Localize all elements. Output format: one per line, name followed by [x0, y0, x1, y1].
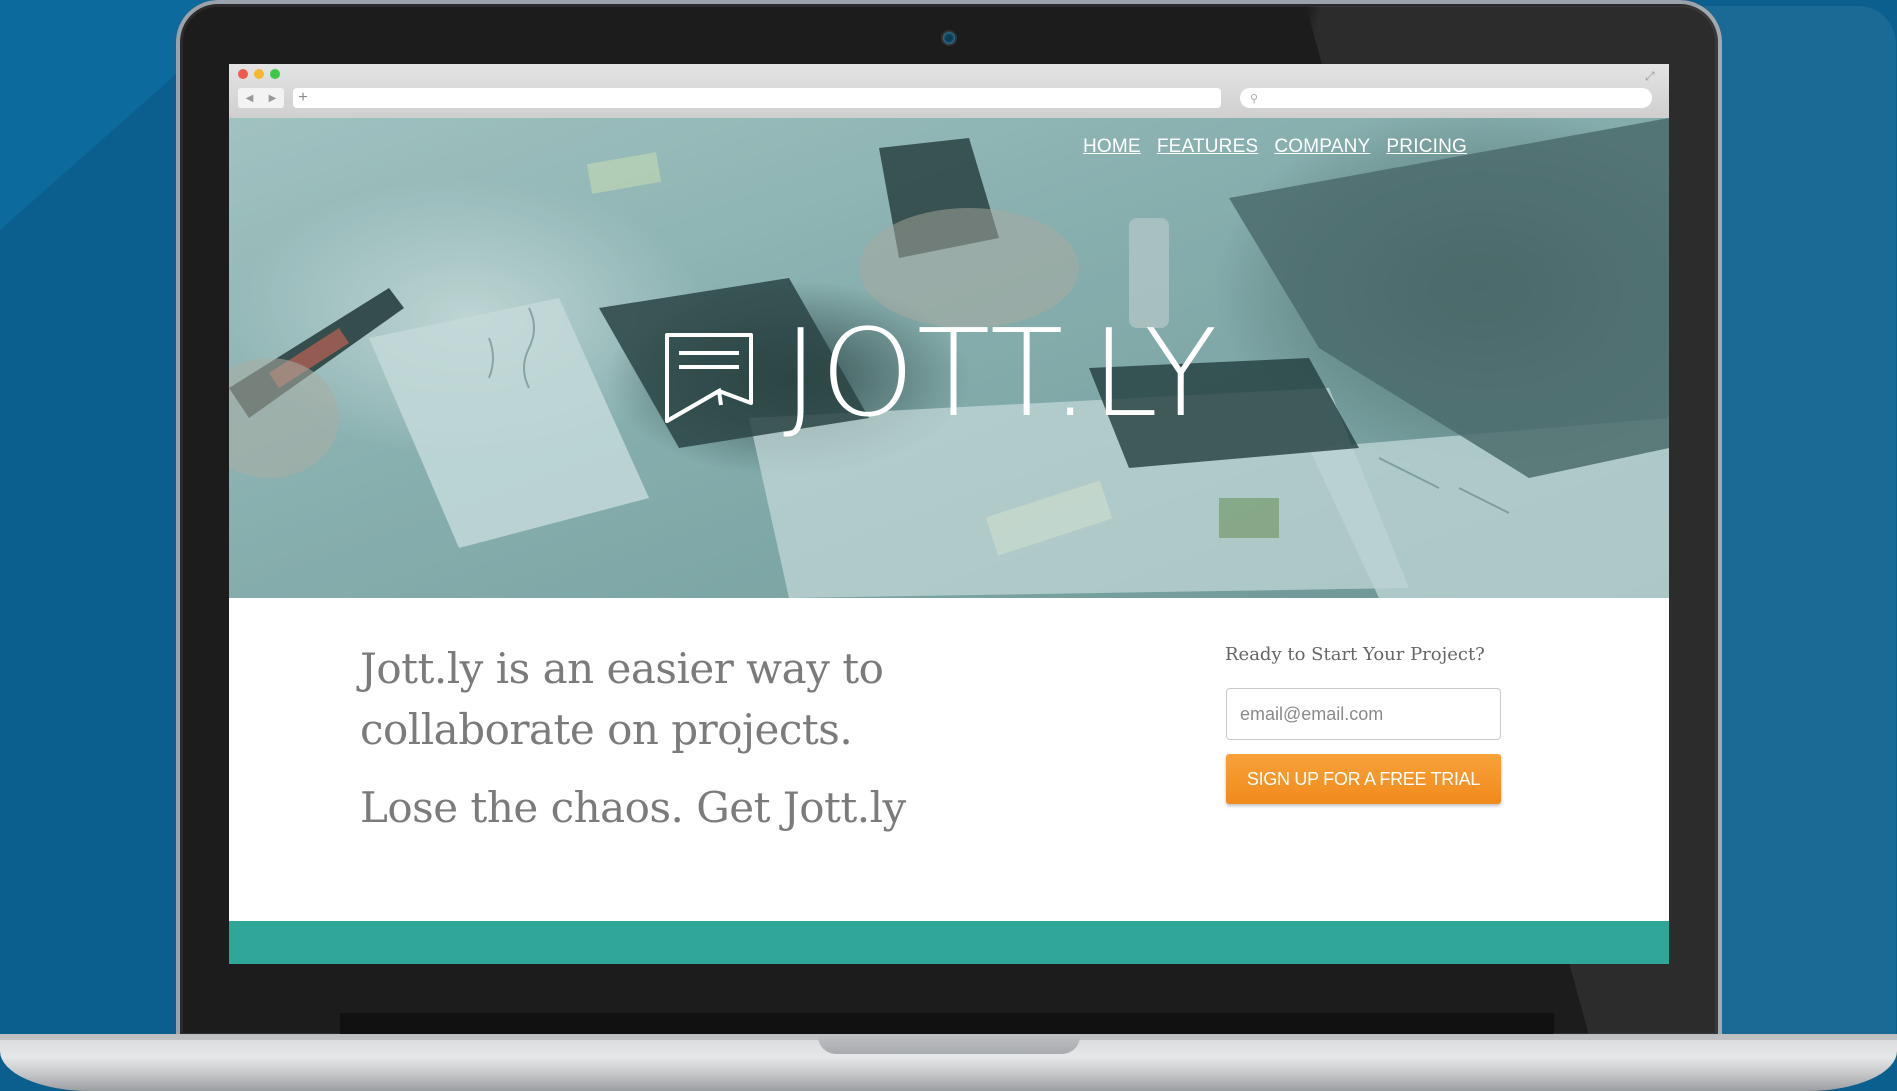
laptop-notch	[818, 1034, 1080, 1054]
laptop-screen: ◀ ▶ + ⚲ ⤢ HOME FEATURES COMPANY PRICING …	[229, 64, 1669, 964]
note-logo-icon	[665, 333, 753, 423]
maximize-window-button[interactable]	[270, 69, 280, 79]
close-window-button[interactable]	[238, 69, 248, 79]
laptop-hinge	[340, 1013, 1554, 1035]
camera-icon	[943, 32, 955, 44]
forward-arrow-icon[interactable]: ▶	[269, 93, 277, 104]
nav-home-link[interactable]: HOME	[1083, 136, 1141, 158]
email-field[interactable]	[1226, 688, 1501, 740]
intro-section: Jott.ly is an easier way to collaborate …	[229, 598, 1669, 921]
fullscreen-icon[interactable]: ⤢	[1645, 69, 1655, 84]
signup-button[interactable]: SIGN UP FOR A FREE TRIAL	[1226, 754, 1501, 804]
nav-pricing-link[interactable]: PRICING	[1386, 136, 1467, 158]
history-nav: ◀ ▶	[238, 88, 284, 108]
minimize-window-button[interactable]	[254, 69, 264, 79]
search-icon: ⚲	[1250, 92, 1259, 105]
back-arrow-icon[interactable]: ◀	[246, 93, 254, 104]
footer-band	[229, 921, 1669, 964]
address-bar[interactable]	[293, 88, 1221, 108]
browser-search-bar[interactable]: ⚲	[1240, 88, 1652, 108]
brand-logo: JOTT.LY	[659, 315, 1219, 435]
main-nav: HOME FEATURES COMPANY PRICING	[1083, 136, 1467, 158]
brand-name: JOTT.LY	[783, 305, 1220, 444]
cta-title: Ready to Start Your Project?	[1225, 644, 1485, 665]
nav-company-link[interactable]: COMPANY	[1274, 136, 1370, 158]
browser-toolbar: ◀ ▶ + ⚲ ⤢	[229, 64, 1669, 119]
tagline-heading: Jott.ly is an easier way to collaborate …	[360, 644, 884, 754]
hero-banner: HOME FEATURES COMPANY PRICING JOTT.LY	[229, 118, 1669, 598]
slogan-text: Lose the chaos. Get Jott.ly	[360, 783, 906, 832]
new-tab-icon[interactable]: +	[293, 87, 313, 109]
nav-features-link[interactable]: FEATURES	[1157, 136, 1259, 158]
